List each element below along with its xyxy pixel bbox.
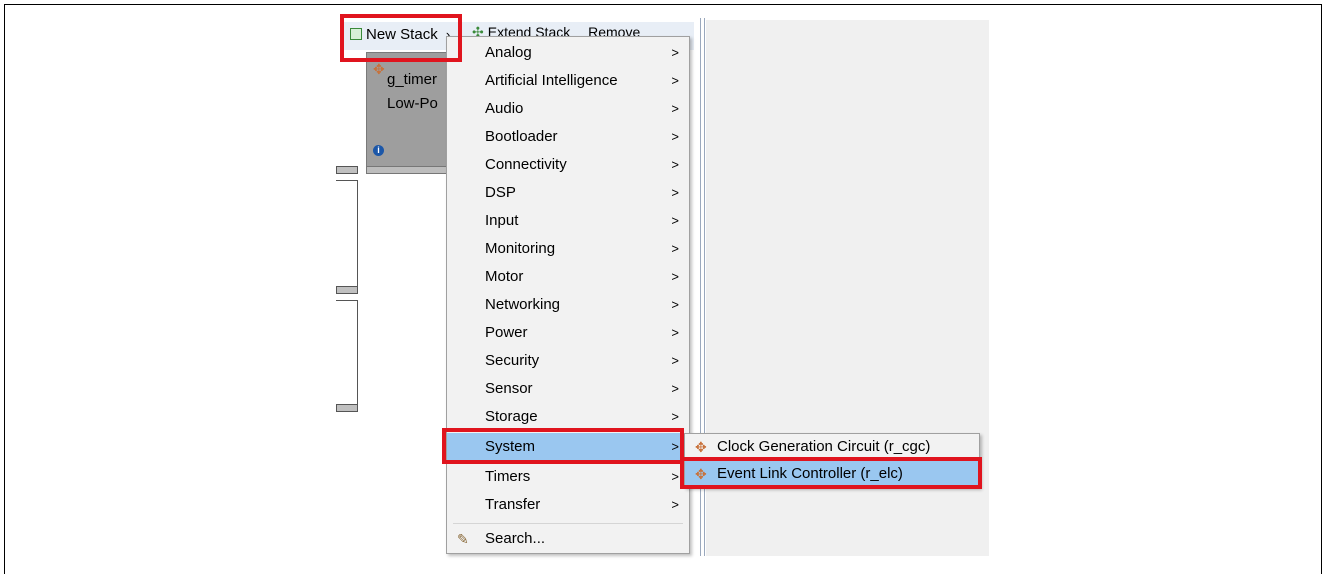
module-icon: ✥ xyxy=(695,466,707,482)
chevron-right-icon: > xyxy=(671,269,679,284)
stack-module-name: g_timer xyxy=(387,71,438,88)
menu-item-input[interactable]: Input > xyxy=(447,207,689,235)
new-stack-label: New Stack xyxy=(366,26,438,43)
menu-item-dsp[interactable]: DSP > xyxy=(447,179,689,207)
menu-item-connectivity[interactable]: Connectivity > xyxy=(447,151,689,179)
stack-module-description: Low-Po xyxy=(387,95,438,112)
stack-edge-bar xyxy=(336,166,358,174)
menu-item-security[interactable]: Security > xyxy=(447,347,689,375)
submenu-item-clock-generation-circuit[interactable]: ✥ Clock Generation Circuit (r_cgc) xyxy=(685,434,979,460)
chevron-right-icon: > xyxy=(671,73,679,88)
menu-item-bootloader[interactable]: Bootloader > xyxy=(447,123,689,151)
menu-item-transfer[interactable]: Transfer > xyxy=(447,491,689,519)
menu-item-power[interactable]: Power > xyxy=(447,319,689,347)
system-submenu: ✥ Clock Generation Circuit (r_cgc) ✥ Event… xyxy=(684,433,980,488)
chevron-right-icon: > xyxy=(671,381,679,396)
info-icon[interactable]: i xyxy=(373,145,384,156)
chevron-right-icon: > xyxy=(671,185,679,200)
menu-item-networking[interactable]: Networking > xyxy=(447,291,689,319)
stack-edge-bar xyxy=(336,404,358,412)
menu-item-analog[interactable]: Analog > xyxy=(447,39,689,67)
chevron-right-icon: > xyxy=(671,157,679,172)
menu-item-audio[interactable]: Audio > xyxy=(447,95,689,123)
chevron-right-icon: > xyxy=(671,213,679,228)
stack-edge-bar xyxy=(336,286,358,294)
chevron-right-icon: > xyxy=(671,409,679,424)
menu-item-sensor[interactable]: Sensor > xyxy=(447,375,689,403)
chevron-right-icon: > xyxy=(671,129,679,144)
menu-item-system[interactable]: System > xyxy=(447,433,689,461)
menu-item-timers[interactable]: Timers > xyxy=(447,463,689,491)
stack-edge-box xyxy=(336,180,358,286)
chevron-right-icon: > xyxy=(671,439,679,454)
search-wand-icon: ✎ xyxy=(457,531,469,547)
menu-item-storage[interactable]: Storage > xyxy=(447,403,689,431)
menu-item-search[interactable]: ✎ Search... xyxy=(447,525,689,553)
new-stack-button[interactable]: New Stack › xyxy=(350,22,450,48)
menu-item-artificial-intelligence[interactable]: Artificial Intelligence > xyxy=(447,67,689,95)
chevron-right-icon: > xyxy=(671,297,679,312)
menu-item-motor[interactable]: Motor > xyxy=(447,263,689,291)
new-stack-menu: Analog > Artificial Intelligence > Audio > … xyxy=(446,36,690,554)
chevron-right-icon: > xyxy=(671,45,679,60)
stack-edge-box xyxy=(336,300,358,404)
menu-item-monitoring[interactable]: Monitoring > xyxy=(447,235,689,263)
submenu-item-event-link-controller[interactable]: ✥ Event Link Controller (r_elc) xyxy=(685,461,979,487)
menu-separator xyxy=(453,523,683,524)
chevron-right-icon: > xyxy=(671,353,679,368)
chevron-right-icon: > xyxy=(671,101,679,116)
chevron-right-icon: > xyxy=(671,325,679,340)
module-icon: ✥ xyxy=(695,439,707,455)
chevron-right-icon: > xyxy=(671,241,679,256)
add-stack-icon xyxy=(350,28,362,40)
chevron-right-icon: > xyxy=(671,497,679,512)
chevron-right-icon: > xyxy=(671,469,679,484)
module-icon: ✥ xyxy=(373,61,385,77)
